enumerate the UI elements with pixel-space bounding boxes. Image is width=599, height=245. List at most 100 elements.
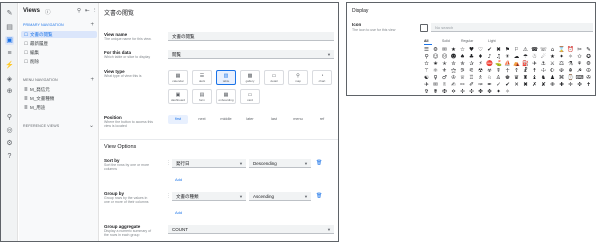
icon-option[interactable]: ⚖ xyxy=(557,61,566,68)
icon-option[interactable]: ♘ xyxy=(485,75,494,82)
icon-option[interactable]: ✧ xyxy=(566,54,575,61)
icon-option[interactable]: ✝ xyxy=(584,82,593,89)
icon-option[interactable]: ✈ xyxy=(422,82,431,89)
icon-option[interactable]: ★ xyxy=(449,47,458,54)
delete-sort-icon[interactable]: 🗑 xyxy=(316,160,322,166)
icon-option[interactable]: ⌂ xyxy=(548,47,557,54)
icon-option[interactable]: ♣ xyxy=(467,54,476,61)
icon-option[interactable]: ⚲ xyxy=(422,54,431,61)
icon-option[interactable]: ✟ xyxy=(431,89,440,96)
selected-icon-preview[interactable] xyxy=(420,24,428,32)
icon-option[interactable]: ♥ xyxy=(467,47,476,54)
settings-gear-icon[interactable]: ⚙ xyxy=(5,139,14,148)
view-type-form[interactable]: ▤ form xyxy=(192,89,212,104)
icon-option[interactable]: ♦ xyxy=(476,54,485,61)
icon-option[interactable]: ☦ xyxy=(512,68,521,75)
icon-option[interactable]: ☧ xyxy=(521,68,530,75)
icon-tab-light[interactable]: Light xyxy=(488,39,496,43)
icon-option[interactable]: ✕ xyxy=(512,82,521,89)
icon-option[interactable]: ☀ xyxy=(503,54,512,61)
icon-option[interactable]: ⌛ xyxy=(557,47,566,54)
icon-option[interactable]: ♂ xyxy=(440,75,449,82)
icon-option[interactable]: ⚑ xyxy=(503,47,512,54)
add-sort-button[interactable]: Add xyxy=(175,177,182,182)
icon-option[interactable]: ✧ xyxy=(503,89,512,96)
icon-option[interactable]: ⛵ xyxy=(503,61,512,68)
icon-option[interactable]: ☁ xyxy=(512,54,521,61)
icon-option[interactable]: ⛔ xyxy=(485,61,494,68)
icon-option[interactable]: ☥ xyxy=(503,68,512,75)
drag-handle-icon[interactable]: ⋮ xyxy=(166,193,171,199)
icon-option[interactable]: ⚐ xyxy=(512,47,521,54)
icon-option[interactable]: ♙ xyxy=(494,75,503,82)
view-list-item[interactable]: ☐ 編集 xyxy=(21,49,97,56)
icon-option[interactable]: ♟ xyxy=(548,75,557,82)
search-icon[interactable]: ⚲ xyxy=(77,8,81,14)
position-menu-button[interactable]: menu xyxy=(288,115,308,124)
icon-option[interactable]: ✖ xyxy=(521,82,530,89)
icon-option[interactable]: ♞ xyxy=(539,75,548,82)
icon-option[interactable]: ☎ xyxy=(530,47,539,54)
icon-tab-all[interactable]: All xyxy=(424,39,428,43)
icon-option[interactable]: ☬ xyxy=(566,68,575,75)
icon-option[interactable]: ♠ xyxy=(458,54,467,61)
icon-option[interactable]: ☺ xyxy=(431,54,440,61)
icon-option[interactable]: ✮ xyxy=(449,61,458,68)
icon-option[interactable]: ✤ xyxy=(476,89,485,96)
icon-option[interactable]: ✇ xyxy=(584,75,593,82)
icon-option[interactable]: ♡ xyxy=(476,47,485,54)
icon-option[interactable]: ⚙ xyxy=(431,47,440,54)
icon-option[interactable]: ☨ xyxy=(530,68,539,75)
icon-option[interactable]: ✘ xyxy=(539,82,548,89)
icon-option[interactable]: ⚛ xyxy=(431,68,440,75)
icon-option[interactable]: ☩ xyxy=(539,68,548,75)
icon-option[interactable]: ☻ xyxy=(449,54,458,61)
add-primary-view-button[interactable]: + xyxy=(90,22,94,28)
view-type-onboarding[interactable]: ▦ onboarding xyxy=(216,89,236,104)
icon-option[interactable]: ✉ xyxy=(440,47,449,54)
icon-option[interactable]: ☰ xyxy=(422,47,431,54)
icon-option[interactable]: ⚞ xyxy=(458,68,467,75)
view-type-chart[interactable]: ◔ chart xyxy=(312,70,332,85)
icon-option[interactable]: ☄ xyxy=(539,54,548,61)
icon-option[interactable]: ⚚ xyxy=(422,68,431,75)
icon-option[interactable]: ⚙ xyxy=(584,61,593,68)
icon-option[interactable]: ✍ xyxy=(449,82,458,89)
icon-option[interactable]: ☃ xyxy=(530,54,539,61)
view-list-item[interactable]: ≣ M_文書種類 xyxy=(21,95,97,102)
icon-option[interactable]: ⌨ xyxy=(575,75,584,82)
icon-option[interactable]: ⛽ xyxy=(521,61,530,68)
view-type-gallery[interactable]: ▩ gallery xyxy=(240,70,260,85)
icon-option[interactable]: ♔ xyxy=(449,75,458,82)
group-order-select[interactable]: Ascending ▼ xyxy=(249,192,311,201)
icon-option[interactable]: ♜ xyxy=(521,75,530,82)
icon-option[interactable]: ⚡ xyxy=(476,61,485,68)
icon-option[interactable]: ✈ xyxy=(530,61,539,68)
icon-tab-solid[interactable]: Solid xyxy=(442,39,450,43)
drag-handle-icon[interactable]: ⋮ xyxy=(166,160,171,166)
view-list-item[interactable]: ≣ M_発信元 xyxy=(21,86,97,93)
icon-option[interactable]: ✥ xyxy=(485,89,494,96)
view-type-card[interactable]: ▭ card xyxy=(240,89,260,104)
views-icon[interactable]: ▣ xyxy=(5,36,14,45)
icon-option[interactable]: ✩ xyxy=(575,54,584,61)
position-later-button[interactable]: later xyxy=(240,115,260,124)
view-type-map[interactable]: ⚲ map xyxy=(288,70,308,85)
icon-search-input[interactable]: No search xyxy=(431,23,593,32)
view-list-item[interactable]: ☐ 文書の閲覧 xyxy=(21,31,97,38)
view-type-deck[interactable]: ☰ deck xyxy=(192,70,212,85)
icon-option[interactable]: ✰ xyxy=(467,61,476,68)
icon-option[interactable]: ⚜ xyxy=(440,68,449,75)
icon-option[interactable]: ⚠ xyxy=(521,47,530,54)
icon-option[interactable]: ✬ xyxy=(431,61,440,68)
icon-option[interactable]: ☫ xyxy=(557,68,566,75)
group-aggregate-select[interactable]: COUNT ▼ xyxy=(168,225,334,234)
icon-option[interactable]: ⚗ xyxy=(566,61,575,68)
view-type-dashboard[interactable]: ▣ dashboard xyxy=(168,89,188,104)
view-type-calendar[interactable]: ▦ calendar xyxy=(168,70,188,85)
icon-option[interactable]: ☹ xyxy=(440,54,449,61)
pages-icon[interactable]: ▤ xyxy=(5,23,14,32)
icon-option[interactable]: ✠ xyxy=(440,89,449,96)
icon-option[interactable]: ♕ xyxy=(458,75,467,82)
icon-option[interactable]: ✛ xyxy=(566,82,575,89)
